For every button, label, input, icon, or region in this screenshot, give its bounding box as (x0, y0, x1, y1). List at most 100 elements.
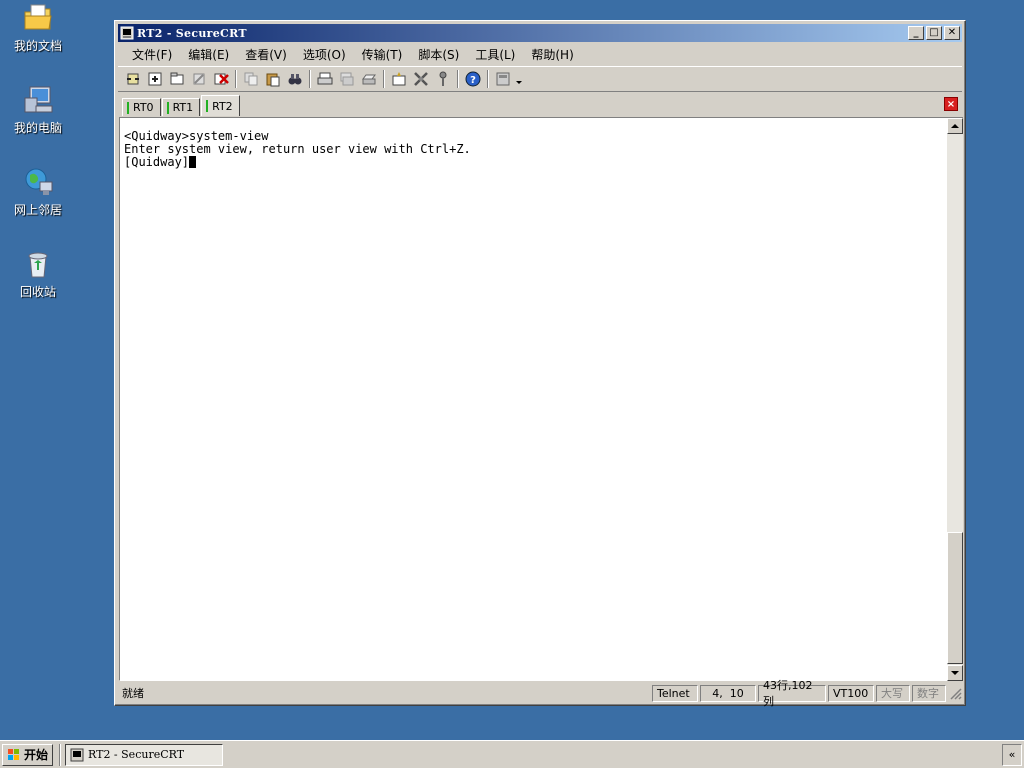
minimize-icon: _ (913, 27, 919, 38)
tab-label: RT0 (133, 101, 154, 114)
toolbar-separator (383, 70, 385, 88)
desktop-icon-my-documents[interactable]: 我的文档 (6, 2, 70, 54)
menu-bar: 文件(F) 编辑(E) 查看(V) 选项(O) 传输(T) 脚本(S) 工具(L… (118, 44, 962, 64)
scroll-down-button[interactable] (947, 665, 963, 681)
window-list-icon (496, 72, 510, 86)
minimize-button[interactable]: _ (908, 26, 924, 40)
arrow-up-icon (951, 124, 959, 128)
desktop-icon-my-computer[interactable]: 我的电脑 (6, 84, 70, 136)
reconnect-icon (193, 73, 205, 85)
tab-rt2[interactable]: RT2 (201, 95, 240, 116)
maximize-icon: □ (929, 27, 939, 38)
button-bar-toggle[interactable] (492, 69, 514, 89)
terminal-line: Enter system view, return user view with… (124, 142, 471, 156)
close-button[interactable]: ✕ (944, 26, 960, 40)
desktop-icon-label: 我的文档 (13, 39, 62, 53)
securecrt-window: RT2 - SecureCRT _ □ ✕ 文件(F) 编辑(E) 查看(V) … (114, 20, 966, 708)
print-screen-button[interactable] (314, 69, 336, 89)
status-caps-lock: 大写 (876, 684, 910, 702)
windows-flag-icon (7, 748, 21, 762)
desktop-icon-label: 回收站 (19, 285, 56, 299)
print-button[interactable] (358, 69, 380, 89)
menu-tools[interactable]: 工具(L) (467, 46, 523, 63)
resize-grip-icon[interactable] (948, 686, 962, 700)
scroll-thumb[interactable] (947, 532, 963, 664)
paste-button[interactable] (262, 69, 284, 89)
terminal-prompt: [Quidway] (124, 155, 190, 169)
menu-script[interactable]: 脚本(S) (410, 46, 467, 63)
start-button[interactable]: 开始 (2, 743, 54, 766)
reconnect-button[interactable] (188, 69, 210, 89)
recycle-bin-icon (22, 248, 54, 280)
terminal-cursor (189, 156, 197, 168)
scroll-up-button[interactable] (947, 118, 963, 134)
tab-rt0[interactable]: RT0 (122, 98, 161, 116)
tab-label: RT2 (212, 99, 233, 113)
menu-file[interactable]: 文件(F) (124, 46, 180, 63)
chevron-left-icon: « (1008, 748, 1016, 761)
start-label: 开始 (24, 748, 49, 762)
print-selection-icon (340, 72, 354, 86)
binoculars-icon (288, 74, 302, 85)
desktop-icon-recycle-bin[interactable]: 回收站 (6, 248, 70, 300)
taskbar: 开始 RT2 - SecureCRT « (0, 740, 1024, 768)
connect-button[interactable] (122, 69, 144, 89)
tray-expand-button[interactable]: « (1002, 743, 1022, 766)
disconnect-button[interactable] (210, 69, 232, 89)
desktop-icon-network[interactable]: 网上邻居 (6, 166, 70, 218)
help-button[interactable]: ? (462, 69, 484, 89)
desktop-icon-label: 网上邻居 (13, 203, 62, 217)
keymap-button[interactable] (432, 69, 454, 89)
securecrt-app-icon (70, 748, 84, 762)
menu-options[interactable]: 选项(O) (295, 46, 354, 63)
window-title: RT2 - SecureCRT (137, 26, 247, 40)
tools-icon (414, 72, 428, 86)
print-screen-icon (317, 72, 333, 85)
global-options-button[interactable] (410, 69, 432, 89)
connected-indicator-icon (127, 101, 129, 114)
status-num-lock: 数字 (912, 684, 946, 702)
taskbar-item-securecrt[interactable]: RT2 - SecureCRT (65, 743, 224, 766)
connected-indicator-icon (206, 100, 209, 112)
terminal-prompt-line: [Quidway] (124, 156, 947, 169)
copy-icon (244, 72, 258, 86)
connect-tab-button[interactable] (166, 69, 188, 89)
chevron-down-icon (516, 81, 522, 84)
taskbar-item-label: RT2 - SecureCRT (88, 748, 185, 761)
status-ready: 就绪 (122, 687, 144, 700)
close-tab-button[interactable]: × (944, 97, 958, 111)
toolbar-separator (235, 70, 237, 88)
menu-help[interactable]: 帮助(H) (523, 46, 581, 63)
terminal-area[interactable]: <Quidway>system-view Enter system view, r… (119, 117, 947, 681)
toolbar-overflow-button[interactable] (514, 69, 524, 89)
taskbar-separator (59, 743, 62, 766)
toolbar-separator (487, 70, 489, 88)
title-bar[interactable]: RT2 - SecureCRT _ □ ✕ (118, 24, 962, 42)
tab-rt1[interactable]: RT1 (161, 98, 201, 116)
copy-button[interactable] (240, 69, 262, 89)
quick-connect-button[interactable] (144, 69, 166, 89)
connected-indicator-icon (166, 101, 169, 114)
tab-label: RT1 (172, 101, 194, 114)
network-icon (22, 166, 54, 198)
menu-view[interactable]: 查看(V) (237, 46, 295, 63)
maximize-button[interactable]: □ (926, 26, 942, 40)
desktop-icon-label: 我的电脑 (13, 121, 62, 135)
status-cursor-position: 4, 10 (700, 684, 756, 702)
session-options-icon (392, 72, 406, 86)
terminal-output: <Quidway>system-view Enter system view, r… (120, 118, 947, 169)
tab-icon (170, 72, 184, 85)
disconnect-icon (214, 73, 229, 85)
session-tab-bar: RT0 RT1 RT2 × (118, 94, 962, 116)
toolbar: ? (118, 66, 962, 92)
vertical-scrollbar[interactable] (947, 117, 963, 681)
menu-edit[interactable]: 编辑(E) (180, 46, 237, 63)
toolbar-separator (309, 70, 311, 88)
status-protocol: Telnet (652, 684, 698, 702)
computer-icon (22, 84, 54, 116)
menu-transfer[interactable]: 传输(T) (354, 46, 411, 63)
find-button[interactable] (284, 69, 306, 89)
session-options-button[interactable] (388, 69, 410, 89)
print-selection-button[interactable] (336, 69, 358, 89)
close-icon: × (946, 98, 956, 110)
